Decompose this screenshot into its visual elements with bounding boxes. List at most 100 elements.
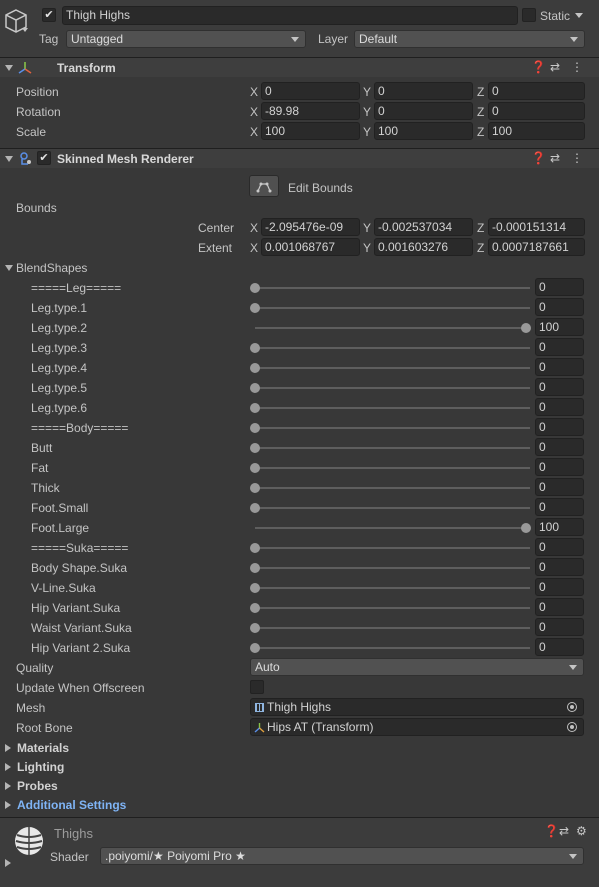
axis-y-label[interactable]: Y (363, 104, 371, 120)
blendshape-value-field[interactable]: 0 (535, 398, 584, 416)
transform-y-field[interactable]: 100 (374, 122, 473, 140)
blendshape-slider-track[interactable] (255, 587, 530, 589)
blendshape-slider-track[interactable] (255, 647, 530, 649)
blendshape-slider-thumb[interactable] (250, 463, 260, 473)
blendshape-slider-track[interactable] (255, 467, 530, 469)
axis-x-label[interactable]: X (250, 84, 258, 100)
blendshape-slider-thumb[interactable] (250, 623, 260, 633)
help-icon[interactable]: ❓ (544, 825, 559, 838)
blendshape-slider-track[interactable] (255, 347, 530, 349)
blendshape-value-field[interactable]: 0 (535, 478, 584, 496)
blendshape-slider-thumb[interactable] (250, 403, 260, 413)
center-x-field[interactable]: -2.095476e-09 (261, 218, 360, 236)
blendshape-value-field[interactable]: 0 (535, 418, 584, 436)
blendshape-slider-thumb[interactable] (250, 563, 260, 573)
axis-z-label[interactable]: Z (477, 240, 484, 256)
blendshape-value-field[interactable]: 0 (535, 598, 584, 616)
shader-dropdown[interactable]: .poiyomi/★ Poiyomi Pro ★ (100, 847, 584, 865)
extent-x-field[interactable]: 0.001068767 (261, 238, 360, 256)
layer-dropdown[interactable]: Default (354, 30, 585, 48)
additional-settings-foldout[interactable]: Additional Settings (17, 797, 126, 813)
materials-foldout-arrow-icon[interactable] (5, 744, 11, 752)
blendshape-slider-track[interactable] (255, 447, 530, 449)
blendshape-slider-thumb[interactable] (250, 423, 260, 433)
quality-dropdown[interactable]: Auto (250, 658, 584, 676)
settings-gear-icon[interactable]: ⚙ (576, 825, 587, 838)
help-icon[interactable]: ❓ (531, 61, 546, 74)
static-label[interactable]: Static (540, 8, 570, 24)
blendshape-value-field[interactable]: 0 (535, 498, 584, 516)
blendshape-slider-track[interactable] (255, 607, 530, 609)
active-checkbox[interactable]: ✔ (42, 8, 56, 22)
mesh-field[interactable]: Thigh Highs (250, 698, 584, 716)
axis-y-label[interactable]: Y (363, 240, 371, 256)
smr-enabled-checkbox[interactable]: ✔ (37, 151, 51, 165)
blendshape-value-field[interactable]: 0 (535, 558, 584, 576)
extent-y-field[interactable]: 0.001603276 (374, 238, 473, 256)
blendshape-slider-thumb[interactable] (521, 523, 531, 533)
blendshape-slider-thumb[interactable] (250, 303, 260, 313)
blendshape-slider-thumb[interactable] (250, 483, 260, 493)
extent-z-field[interactable]: 0.0007187661 (488, 238, 585, 256)
presets-icon[interactable]: ⇄ (559, 825, 569, 838)
blendshape-slider-track[interactable] (255, 427, 530, 429)
presets-icon[interactable]: ⇄ (550, 61, 560, 74)
blendshape-slider-track[interactable] (255, 407, 530, 409)
axis-y-label[interactable]: Y (363, 124, 371, 140)
foldout-arrow-icon[interactable] (5, 156, 13, 162)
transform-z-field[interactable]: 100 (488, 122, 585, 140)
axis-z-label[interactable]: Z (477, 220, 484, 236)
blendshape-slider-track[interactable] (255, 547, 530, 549)
blendshape-slider-track[interactable] (255, 327, 530, 329)
blendshape-slider-thumb[interactable] (250, 383, 260, 393)
smr-header[interactable]: ✔ Skinned Mesh Renderer ❓ ⇄ ⋮ (0, 148, 599, 168)
blendshape-value-field[interactable]: 0 (535, 298, 584, 316)
blendshape-slider-track[interactable] (255, 627, 530, 629)
materials-foldout[interactable]: Materials (17, 740, 69, 756)
blendshape-value-field[interactable]: 0 (535, 378, 584, 396)
blendshape-slider-track[interactable] (255, 387, 530, 389)
transform-x-field[interactable]: 100 (261, 122, 360, 140)
blendshape-slider-thumb[interactable] (250, 643, 260, 653)
blendshape-slider-thumb[interactable] (250, 603, 260, 613)
blendshape-slider-thumb[interactable] (250, 503, 260, 513)
blendshape-slider-thumb[interactable] (521, 323, 531, 333)
tag-dropdown[interactable]: Untagged (66, 30, 306, 48)
blendshape-slider-thumb[interactable] (250, 443, 260, 453)
axis-z-label[interactable]: Z (477, 104, 484, 120)
transform-z-field[interactable]: 0 (488, 82, 585, 100)
blendshape-value-field[interactable]: 0 (535, 638, 584, 656)
transform-x-field[interactable]: 0 (261, 82, 360, 100)
edit-bounds-button[interactable] (249, 175, 279, 197)
static-dropdown-arrow-icon[interactable] (575, 13, 583, 18)
blendshape-value-field[interactable]: 0 (535, 358, 584, 376)
blendshape-slider-track[interactable] (255, 367, 530, 369)
blendshape-value-field[interactable]: 100 (535, 518, 584, 536)
blendshape-value-field[interactable]: 100 (535, 318, 584, 336)
blendshape-slider-track[interactable] (255, 527, 530, 529)
foldout-arrow-icon[interactable] (5, 65, 13, 71)
offscreen-checkbox[interactable] (250, 680, 264, 694)
axis-x-label[interactable]: X (250, 124, 258, 140)
blendshape-value-field[interactable]: 0 (535, 538, 584, 556)
icon-dropdown-arrow[interactable] (22, 28, 28, 32)
kebab-menu-icon[interactable]: ⋮ (571, 152, 583, 165)
blendshape-slider-thumb[interactable] (250, 583, 260, 593)
additional-settings-foldout-arrow-icon[interactable] (5, 801, 11, 809)
blendshape-value-field[interactable]: 0 (535, 338, 584, 356)
blendshape-slider-track[interactable] (255, 487, 530, 489)
gameobject-name-field[interactable]: Thigh Highs (62, 6, 518, 25)
center-y-field[interactable]: -0.002537034 (374, 218, 473, 236)
blendshapes-label[interactable]: BlendShapes (16, 260, 87, 276)
blendshape-value-field[interactable]: 0 (535, 578, 584, 596)
blendshape-value-field[interactable]: 0 (535, 438, 584, 456)
transform-header[interactable]: Transform ❓ ⇄ ⋮ (0, 57, 599, 77)
blendshape-slider-track[interactable] (255, 287, 530, 289)
blendshape-slider-thumb[interactable] (250, 363, 260, 373)
lighting-foldout[interactable]: Lighting (17, 759, 64, 775)
object-picker-icon[interactable] (567, 702, 577, 712)
material-foldout-arrow-icon[interactable] (5, 859, 11, 867)
transform-y-field[interactable]: 0 (374, 82, 473, 100)
axis-y-label[interactable]: Y (363, 84, 371, 100)
axis-x-label[interactable]: X (250, 104, 258, 120)
